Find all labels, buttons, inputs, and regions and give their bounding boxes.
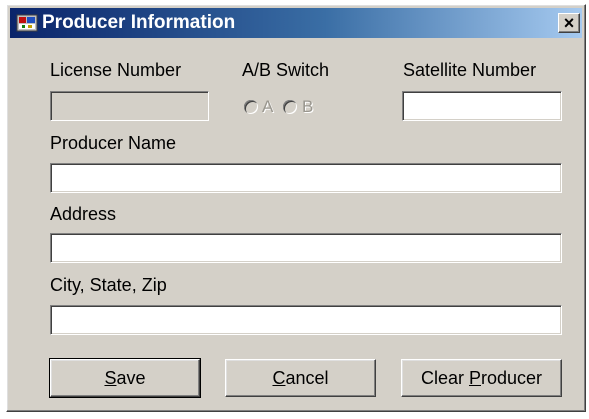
save-mnemonic: S <box>104 368 117 388</box>
save-button[interactable]: Save <box>49 358 201 398</box>
producer-information-dialog: Producer Information × License Number A/… <box>6 4 586 412</box>
radio-b-label: B <box>302 97 314 116</box>
cancel-mnemonic: C <box>272 368 286 388</box>
radio-b[interactable] <box>283 100 297 114</box>
satellite-number-input[interactable] <box>402 91 562 121</box>
close-button[interactable]: × <box>558 13 580 33</box>
satellite-number-label: Satellite Number <box>403 60 537 80</box>
ab-switch-label: A/B Switch <box>242 60 330 80</box>
title-bar[interactable]: Producer Information × <box>10 8 582 38</box>
license-number-input[interactable] <box>50 91 209 121</box>
radio-a-label: A <box>262 97 274 116</box>
close-icon: × <box>563 13 575 33</box>
window-title: Producer Information <box>42 12 236 33</box>
producer-name-label: Producer Name <box>50 133 177 153</box>
clear-producer-mnemonic: P <box>468 368 481 388</box>
clear-producer-button[interactable]: Clear Producer <box>401 359 562 397</box>
city-state-zip-label: City, State, Zip <box>50 275 167 295</box>
city-state-zip-input[interactable] <box>50 305 562 335</box>
license-number-label: License Number <box>50 60 182 80</box>
app-icon <box>16 13 38 33</box>
producer-name-input[interactable] <box>50 163 562 193</box>
radio-a[interactable] <box>244 100 258 114</box>
cancel-button[interactable]: Cancel <box>225 359 376 397</box>
address-label: Address <box>50 204 117 224</box>
address-input[interactable] <box>50 233 562 263</box>
